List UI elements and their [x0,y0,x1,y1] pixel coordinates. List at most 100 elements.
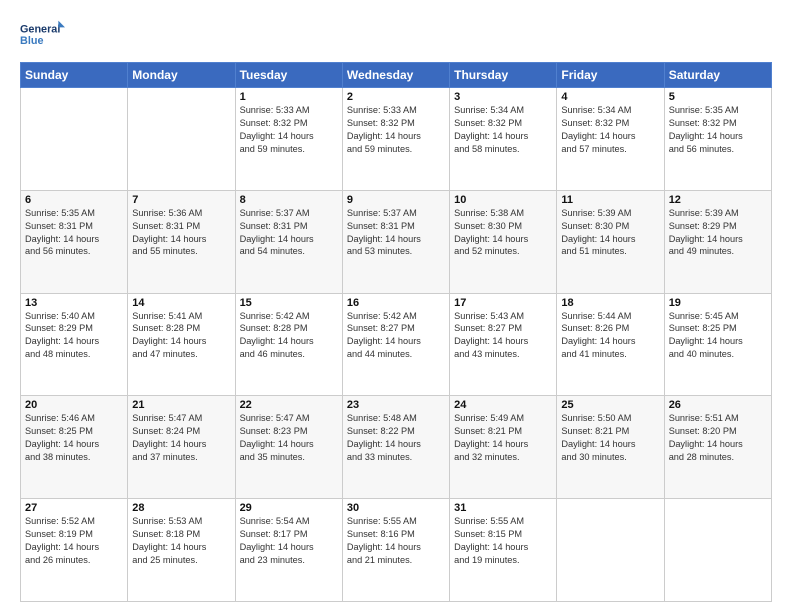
week-row-2: 6Sunrise: 5:35 AMSunset: 8:31 PMDaylight… [21,190,772,293]
week-row-3: 13Sunrise: 5:40 AMSunset: 8:29 PMDayligh… [21,293,772,396]
week-row-1: 1Sunrise: 5:33 AMSunset: 8:32 PMDaylight… [21,88,772,191]
day-number: 6 [25,194,123,206]
day-info: Sunrise: 5:53 AMSunset: 8:18 PMDaylight:… [132,515,230,567]
table-row: 27Sunrise: 5:52 AMSunset: 8:19 PMDayligh… [21,499,128,602]
day-info: Sunrise: 5:35 AMSunset: 8:32 PMDaylight:… [669,104,767,156]
logo-svg: General Blue [20,16,70,52]
day-number: 7 [132,194,230,206]
header-friday: Friday [557,63,664,88]
day-number: 11 [561,194,659,206]
table-row: 23Sunrise: 5:48 AMSunset: 8:22 PMDayligh… [342,396,449,499]
table-row: 2Sunrise: 5:33 AMSunset: 8:32 PMDaylight… [342,88,449,191]
day-info: Sunrise: 5:50 AMSunset: 8:21 PMDaylight:… [561,412,659,464]
day-number: 2 [347,91,445,103]
table-row: 17Sunrise: 5:43 AMSunset: 8:27 PMDayligh… [450,293,557,396]
day-number: 24 [454,399,552,411]
table-row: 20Sunrise: 5:46 AMSunset: 8:25 PMDayligh… [21,396,128,499]
day-info: Sunrise: 5:42 AMSunset: 8:27 PMDaylight:… [347,310,445,362]
table-row: 28Sunrise: 5:53 AMSunset: 8:18 PMDayligh… [128,499,235,602]
day-info: Sunrise: 5:55 AMSunset: 8:15 PMDaylight:… [454,515,552,567]
day-info: Sunrise: 5:39 AMSunset: 8:30 PMDaylight:… [561,207,659,259]
day-info: Sunrise: 5:48 AMSunset: 8:22 PMDaylight:… [347,412,445,464]
table-row: 19Sunrise: 5:45 AMSunset: 8:25 PMDayligh… [664,293,771,396]
day-number: 22 [240,399,338,411]
table-row [557,499,664,602]
header: General Blue [20,16,772,52]
day-number: 8 [240,194,338,206]
svg-text:Blue: Blue [20,35,43,47]
day-number: 10 [454,194,552,206]
day-number: 14 [132,297,230,309]
day-info: Sunrise: 5:49 AMSunset: 8:21 PMDaylight:… [454,412,552,464]
table-row: 5Sunrise: 5:35 AMSunset: 8:32 PMDaylight… [664,88,771,191]
table-row: 6Sunrise: 5:35 AMSunset: 8:31 PMDaylight… [21,190,128,293]
day-info: Sunrise: 5:55 AMSunset: 8:16 PMDaylight:… [347,515,445,567]
header-wednesday: Wednesday [342,63,449,88]
logo: General Blue [20,16,70,52]
day-number: 17 [454,297,552,309]
table-row: 31Sunrise: 5:55 AMSunset: 8:15 PMDayligh… [450,499,557,602]
table-row: 13Sunrise: 5:40 AMSunset: 8:29 PMDayligh… [21,293,128,396]
day-info: Sunrise: 5:47 AMSunset: 8:23 PMDaylight:… [240,412,338,464]
day-info: Sunrise: 5:42 AMSunset: 8:28 PMDaylight:… [240,310,338,362]
day-number: 3 [454,91,552,103]
table-row: 8Sunrise: 5:37 AMSunset: 8:31 PMDaylight… [235,190,342,293]
table-row: 12Sunrise: 5:39 AMSunset: 8:29 PMDayligh… [664,190,771,293]
day-info: Sunrise: 5:54 AMSunset: 8:17 PMDaylight:… [240,515,338,567]
day-number: 9 [347,194,445,206]
day-info: Sunrise: 5:47 AMSunset: 8:24 PMDaylight:… [132,412,230,464]
day-number: 15 [240,297,338,309]
table-row: 21Sunrise: 5:47 AMSunset: 8:24 PMDayligh… [128,396,235,499]
header-tuesday: Tuesday [235,63,342,88]
day-number: 29 [240,502,338,514]
table-row [664,499,771,602]
table-row: 10Sunrise: 5:38 AMSunset: 8:30 PMDayligh… [450,190,557,293]
week-row-5: 27Sunrise: 5:52 AMSunset: 8:19 PMDayligh… [21,499,772,602]
day-info: Sunrise: 5:37 AMSunset: 8:31 PMDaylight:… [347,207,445,259]
day-info: Sunrise: 5:36 AMSunset: 8:31 PMDaylight:… [132,207,230,259]
table-row: 7Sunrise: 5:36 AMSunset: 8:31 PMDaylight… [128,190,235,293]
day-number: 16 [347,297,445,309]
day-number: 27 [25,502,123,514]
day-number: 13 [25,297,123,309]
day-info: Sunrise: 5:34 AMSunset: 8:32 PMDaylight:… [561,104,659,156]
day-number: 26 [669,399,767,411]
day-number: 21 [132,399,230,411]
day-info: Sunrise: 5:45 AMSunset: 8:25 PMDaylight:… [669,310,767,362]
day-info: Sunrise: 5:41 AMSunset: 8:28 PMDaylight:… [132,310,230,362]
table-row [21,88,128,191]
header-sunday: Sunday [21,63,128,88]
calendar-header-row: SundayMondayTuesdayWednesdayThursdayFrid… [21,63,772,88]
day-info: Sunrise: 5:51 AMSunset: 8:20 PMDaylight:… [669,412,767,464]
day-info: Sunrise: 5:46 AMSunset: 8:25 PMDaylight:… [25,412,123,464]
day-number: 28 [132,502,230,514]
table-row: 1Sunrise: 5:33 AMSunset: 8:32 PMDaylight… [235,88,342,191]
table-row: 11Sunrise: 5:39 AMSunset: 8:30 PMDayligh… [557,190,664,293]
table-row: 30Sunrise: 5:55 AMSunset: 8:16 PMDayligh… [342,499,449,602]
day-info: Sunrise: 5:34 AMSunset: 8:32 PMDaylight:… [454,104,552,156]
day-number: 5 [669,91,767,103]
table-row: 25Sunrise: 5:50 AMSunset: 8:21 PMDayligh… [557,396,664,499]
calendar-table: SundayMondayTuesdayWednesdayThursdayFrid… [20,62,772,602]
table-row: 18Sunrise: 5:44 AMSunset: 8:26 PMDayligh… [557,293,664,396]
day-info: Sunrise: 5:43 AMSunset: 8:27 PMDaylight:… [454,310,552,362]
table-row: 9Sunrise: 5:37 AMSunset: 8:31 PMDaylight… [342,190,449,293]
svg-text:General: General [20,23,60,35]
day-info: Sunrise: 5:35 AMSunset: 8:31 PMDaylight:… [25,207,123,259]
day-number: 19 [669,297,767,309]
day-info: Sunrise: 5:37 AMSunset: 8:31 PMDaylight:… [240,207,338,259]
day-number: 25 [561,399,659,411]
table-row: 14Sunrise: 5:41 AMSunset: 8:28 PMDayligh… [128,293,235,396]
header-saturday: Saturday [664,63,771,88]
table-row [128,88,235,191]
day-number: 4 [561,91,659,103]
day-number: 23 [347,399,445,411]
day-info: Sunrise: 5:44 AMSunset: 8:26 PMDaylight:… [561,310,659,362]
table-row: 4Sunrise: 5:34 AMSunset: 8:32 PMDaylight… [557,88,664,191]
day-info: Sunrise: 5:40 AMSunset: 8:29 PMDaylight:… [25,310,123,362]
day-number: 31 [454,502,552,514]
table-row: 15Sunrise: 5:42 AMSunset: 8:28 PMDayligh… [235,293,342,396]
table-row: 29Sunrise: 5:54 AMSunset: 8:17 PMDayligh… [235,499,342,602]
page: General Blue SundayMondayTuesdayWednesda… [0,0,792,612]
week-row-4: 20Sunrise: 5:46 AMSunset: 8:25 PMDayligh… [21,396,772,499]
